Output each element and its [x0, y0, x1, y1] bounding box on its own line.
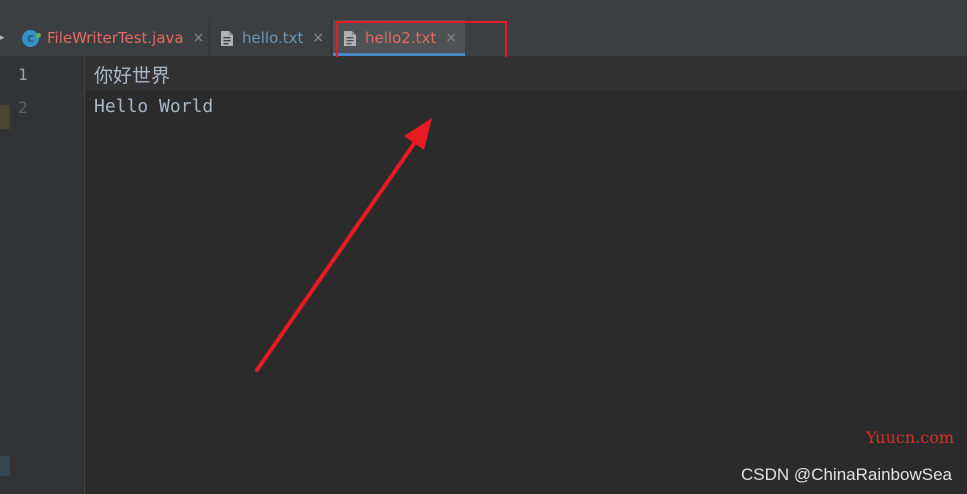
line-number: 1 — [18, 65, 28, 84]
gutter-marker — [0, 456, 10, 476]
line-number: 2 — [18, 98, 28, 117]
tab-label: hello2.txt — [365, 29, 437, 47]
close-icon[interactable]: × — [312, 30, 324, 46]
tab-hello2-txt[interactable]: hello2.txt × — [333, 20, 465, 56]
close-icon[interactable]: × — [193, 30, 205, 46]
site-watermark: Yuucn.com — [866, 428, 954, 447]
window-top-strip — [0, 0, 967, 20]
tab-scroll-left-icon[interactable]: ▸ — [0, 32, 8, 44]
java-class-icon: c — [22, 29, 41, 47]
tab-label: hello.txt — [242, 29, 304, 47]
tab-hello-txt[interactable]: hello.txt × — [210, 20, 332, 56]
author-watermark: CSDN @ChinaRainbowSea — [741, 465, 952, 484]
tab-filewritertest-java[interactable]: c FileWriterTest.java × — [12, 20, 210, 56]
left-tool-strip — [0, 57, 10, 494]
tab-label: FileWriterTest.java — [47, 29, 184, 47]
text-file-icon — [221, 30, 233, 46]
code-line-2[interactable]: Hello World — [94, 96, 213, 117]
line-number-gutter: 1 2 — [10, 57, 85, 494]
code-line-1[interactable]: 你好世界 — [94, 61, 170, 88]
gutter-marker — [0, 105, 10, 129]
current-line-highlight — [85, 57, 967, 90]
close-icon[interactable]: × — [445, 30, 457, 46]
text-file-icon — [344, 30, 356, 46]
editor-tab-bar: ▸ c FileWriterTest.java × hello.txt × he… — [0, 20, 967, 57]
